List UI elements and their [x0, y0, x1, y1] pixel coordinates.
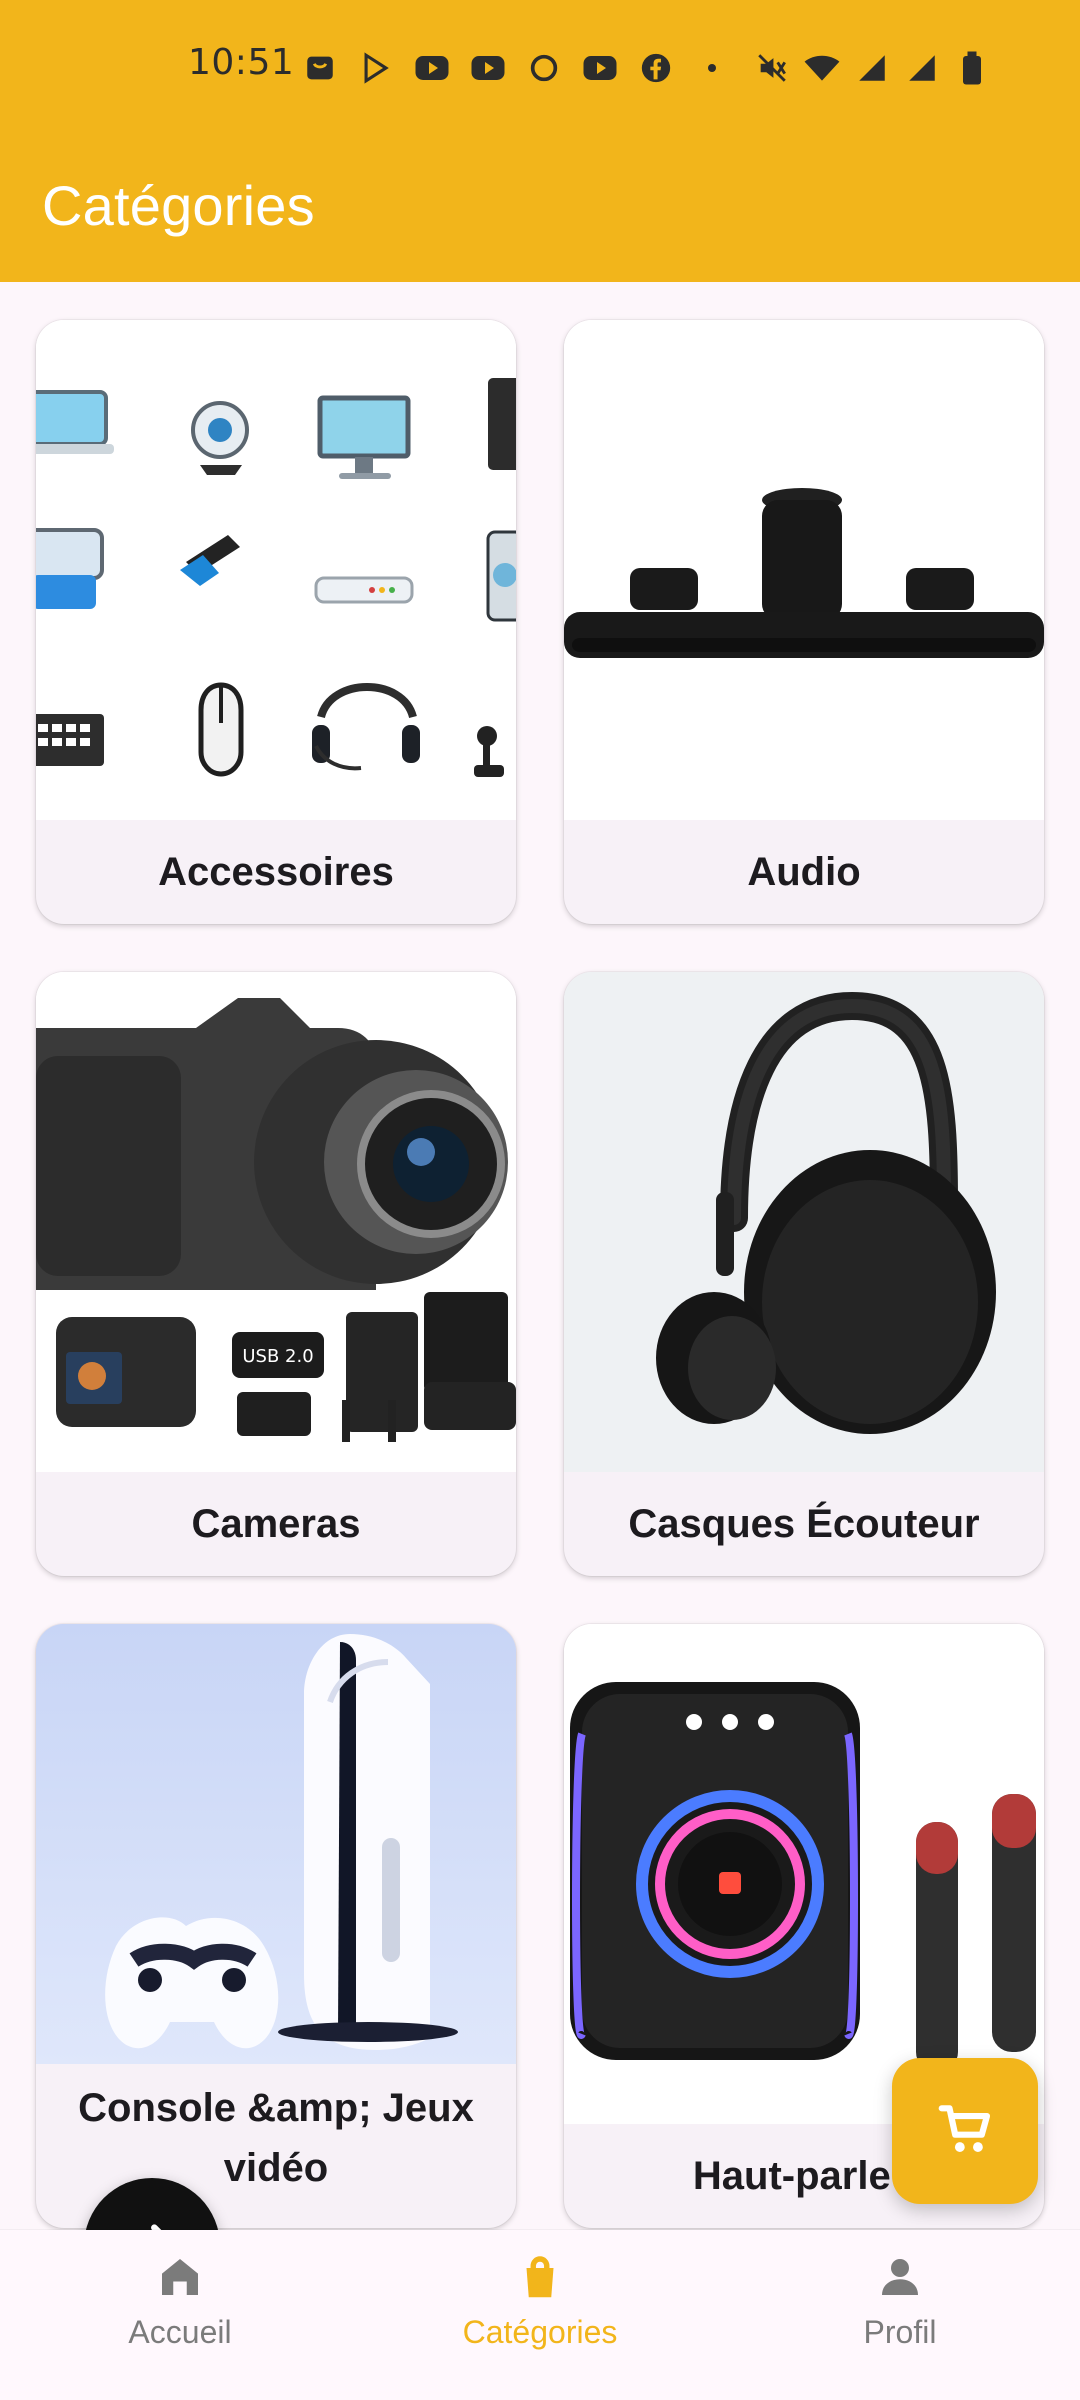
svg-text:USB 2.0: USB 2.0 [242, 1346, 313, 1367]
app-screen: 10:51 Catégories Accessoires Audio USB 2… [0, 0, 1080, 2400]
category-image [564, 320, 1044, 820]
nav-label-categories: Catégories [462, 2314, 618, 2350]
shopping-bag-icon [300, 48, 340, 88]
cart-fab[interactable] [892, 2058, 1038, 2204]
category-card-accessoires[interactable]: Accessoires [36, 320, 516, 924]
nav-item-accueil[interactable]: Accueil [50, 2250, 310, 2380]
notification-icons [300, 48, 732, 88]
category-image: USB 2.0 [36, 972, 516, 1472]
category-card-casques-ecouteur[interactable]: Casques Écouteur [564, 972, 1044, 1576]
category-image [564, 972, 1044, 1472]
category-label: Casques Écouteur [628, 1502, 980, 1546]
nav-item-profil[interactable]: Profil [770, 2250, 1030, 2380]
nav-item-categories[interactable]: Catégories [410, 2250, 670, 2380]
play-store-icon [356, 48, 396, 88]
youtube-icon [468, 48, 508, 88]
nav-label-accueil: Accueil [128, 2314, 232, 2350]
category-label: Cameras [191, 1502, 361, 1546]
dot-icon [692, 48, 732, 88]
app-bar: 10:51 Catégories [0, 0, 1080, 282]
category-card-audio[interactable]: Audio [564, 320, 1044, 924]
category-label: Accessoires [158, 850, 394, 894]
circle-icon [524, 48, 564, 88]
shopping-bag-icon [410, 2250, 670, 2304]
battery-icon [952, 48, 992, 88]
youtube-icon [580, 48, 620, 88]
cellular-signal-icon [902, 48, 942, 88]
shopping-cart-icon [934, 2098, 996, 2165]
status-time: 10:51 [188, 42, 295, 83]
status-bar: 10:51 [0, 40, 1080, 96]
category-image [36, 1624, 516, 2064]
category-card-cameras[interactable]: USB 2.0 Cameras [36, 972, 516, 1576]
youtube-icon [412, 48, 452, 88]
category-label: Audio [747, 850, 861, 894]
mute-icon [752, 48, 792, 88]
nav-label-profil: Profil [863, 2314, 937, 2350]
category-image [36, 320, 516, 820]
wifi-icon [802, 48, 842, 88]
person-icon [770, 2250, 1030, 2304]
category-card-console-jeux-video[interactable]: Console &amp; Jeux vidéo [36, 1624, 516, 2228]
cellular-signal-icon [852, 48, 892, 88]
facebook-icon [636, 48, 676, 88]
category-image [564, 1624, 1044, 2124]
page-title: Catégories [42, 174, 315, 237]
category-grid: Accessoires Audio USB 2.0 Cameras Casque… [36, 320, 1044, 2228]
system-status-icons [752, 48, 992, 88]
home-icon [50, 2250, 310, 2304]
bottom-navigation: Accueil Catégories Profil [0, 2230, 1080, 2400]
